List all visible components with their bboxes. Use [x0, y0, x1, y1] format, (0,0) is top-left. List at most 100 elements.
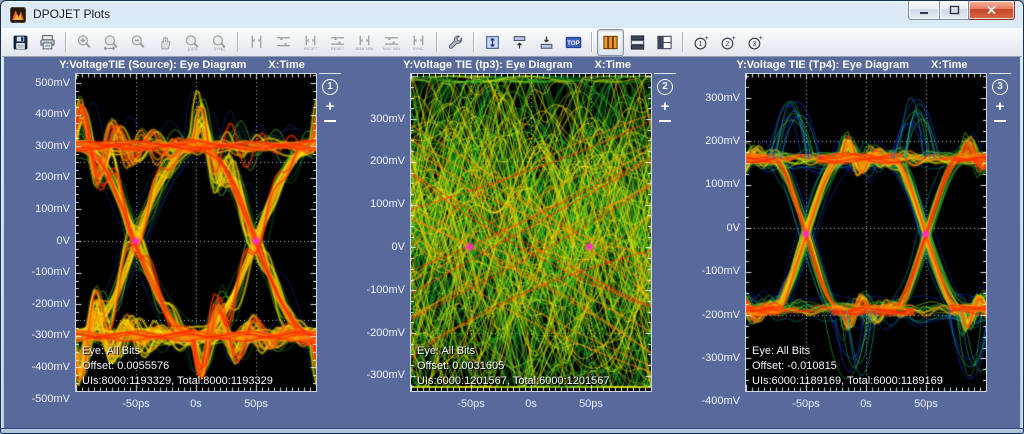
window-title: DPOJET Plots	[33, 7, 110, 21]
cursors-vertical-maxmin-icon: MAX MIN	[356, 34, 373, 51]
toolbar-select-plot-1-button[interactable]: 1+	[688, 29, 715, 56]
toolbar-always-on-top-button[interactable]: TOP	[560, 29, 587, 56]
zoom-100-icon: 100%	[184, 34, 201, 51]
svg-text:TOP: TOP	[567, 40, 580, 47]
toolbar-zoom-in-button	[71, 29, 98, 56]
toolbar-configure-button[interactable]	[442, 29, 469, 56]
toolbar-cursors-vertical-button	[243, 29, 270, 56]
eye-diagram-canvas[interactable]	[411, 74, 651, 391]
plot-area[interactable]: Eye: All BitsOffset: 0.0031605UIs:6000:1…	[410, 73, 652, 392]
app-icon	[10, 7, 26, 23]
x-tick-label: 50ps	[226, 398, 286, 410]
layout-mixed-icon	[656, 34, 673, 51]
toolbar-align-bottom-button[interactable]	[533, 29, 560, 56]
y-tick-label: 100mV	[675, 178, 740, 190]
close-icon	[986, 5, 997, 15]
plot-area[interactable]: Eye: All BitsOffset: 0.0055576UIs:8000:1…	[75, 73, 317, 392]
plot-zoom-out-button[interactable]	[324, 120, 336, 122]
y-tick-label: -300mV	[340, 369, 405, 381]
toolbar-separator	[682, 32, 684, 52]
y-tick-label: -200mV	[340, 327, 405, 339]
toolbar-cursors-horizontal-reset-button: RESET	[324, 29, 351, 56]
x-tick-label: 0s	[166, 398, 226, 410]
plot-title-x: X:Time	[595, 59, 631, 72]
plot-title: Y:Voltage TIE (Tp4): Eye Diagram X:Time	[695, 59, 1009, 72]
cursors-sync-icon: SYNC	[410, 34, 427, 51]
select-plot-1-icon: 1+	[693, 34, 710, 51]
x-tick-label: -50ps	[776, 398, 836, 410]
svg-text:MAX MIN: MAX MIN	[383, 45, 400, 50]
toolbar-separator	[436, 32, 438, 52]
toolbar-cursors-horizontal-button	[270, 29, 297, 56]
plot-title-x: X:Time	[931, 59, 967, 72]
y-tick-label: 0V	[340, 241, 405, 253]
plot-number-badge[interactable]: 3	[992, 79, 1008, 95]
x-tick-label: 0s	[501, 398, 561, 410]
plot-title-y: Y:VoltageTIE (Source): Eye Diagram	[59, 59, 246, 72]
toolbar-cursors-vertical-reset-button: RESET	[297, 29, 324, 56]
pan-icon	[157, 34, 174, 51]
window-controls	[908, 1, 1015, 20]
plot-zoom-out-button[interactable]	[994, 120, 1006, 122]
minimize-icon	[919, 6, 929, 15]
y-tick-label: 300mV	[675, 92, 740, 104]
cursors-horizontal-icon	[275, 34, 292, 51]
y-tick-label: 300mV	[340, 113, 405, 125]
maximize-icon	[949, 5, 960, 15]
toolbar-fit-vertical-button[interactable]	[479, 29, 506, 56]
svg-text:2: 2	[726, 41, 730, 48]
zoom-horizontal-icon	[103, 34, 120, 51]
align-bottom-icon	[538, 34, 555, 51]
plot-zoom-in-button[interactable]: +	[654, 100, 676, 114]
eye-diagram-canvas[interactable]	[76, 74, 316, 391]
toolbar-layout-rows-button[interactable]	[624, 29, 651, 56]
svg-text:SYNC: SYNC	[214, 46, 226, 51]
toolbar-align-top-button[interactable]	[506, 29, 533, 56]
toolbar-select-plot-3-button[interactable]: 3+	[742, 29, 769, 56]
toolbar-layout-mixed-button[interactable]	[651, 29, 678, 56]
plot-zoom-in-button[interactable]: +	[319, 100, 341, 114]
toolbar-layout-columns-button[interactable]	[597, 29, 624, 56]
plot-panel-3: Y:Voltage TIE (Tp4): Eye Diagram X:Time …	[675, 59, 1009, 417]
toolbar-select-plot-2-button[interactable]: 2+	[715, 29, 742, 56]
plot-zoom-out-button[interactable]	[659, 120, 671, 122]
toolbar-separator	[237, 32, 239, 52]
align-top-icon	[511, 34, 528, 51]
y-tick-label: -500mV	[5, 393, 70, 405]
y-tick-label: -200mV	[675, 309, 740, 321]
layout-rows-icon	[629, 34, 646, 51]
title-bar[interactable]: DPOJET Plots	[1, 1, 1023, 28]
minimize-button[interactable]	[908, 1, 940, 20]
toolbar-separator	[65, 32, 67, 52]
toolbar-cursors-vertical-maxmin-button: MAX MIN	[351, 29, 378, 56]
cursors-horizontal-reset-icon: RESET	[329, 34, 346, 51]
plot-number-badge[interactable]: 1	[322, 79, 338, 95]
cursors-vertical-icon	[248, 34, 265, 51]
y-tick-label: -100mV	[675, 265, 740, 277]
x-tick-label: 0s	[836, 398, 896, 410]
maximize-button[interactable]	[940, 1, 969, 20]
y-tick-label: 200mV	[675, 135, 740, 147]
toolbar-pan-button	[152, 29, 179, 56]
toolbar-save-button[interactable]	[7, 29, 34, 56]
plot-zoom-in-button[interactable]: +	[989, 100, 1011, 114]
x-tick-label: -50ps	[441, 398, 501, 410]
plot-number-badge[interactable]: 2	[657, 79, 673, 95]
select-plot-2-icon: 2+	[720, 34, 737, 51]
y-tick-label: 0V	[675, 222, 740, 234]
configure-icon	[447, 34, 464, 51]
plot-title-y: Y:Voltage TIE (tp3): Eye Diagram	[403, 59, 573, 72]
plot-title: Y:VoltageTIE (Source): Eye Diagram X:Tim…	[25, 59, 339, 72]
svg-text:MAX MIN: MAX MIN	[356, 45, 373, 50]
y-tick-label: 300mV	[5, 140, 70, 152]
y-tick-label: -400mV	[5, 361, 70, 373]
svg-text:1: 1	[699, 41, 703, 48]
plot-area[interactable]: Eye: All BitsOffset: -0.010815UIs:6000:1…	[745, 73, 987, 392]
svg-text:RESET: RESET	[331, 45, 345, 50]
eye-diagram-canvas[interactable]	[746, 74, 986, 391]
select-plot-3-icon: 3+	[747, 34, 764, 51]
close-button[interactable]	[969, 1, 1015, 20]
x-tick-label: 50ps	[561, 398, 621, 410]
toolbar-print-button[interactable]	[34, 29, 61, 56]
toolbar-separator	[473, 32, 475, 52]
